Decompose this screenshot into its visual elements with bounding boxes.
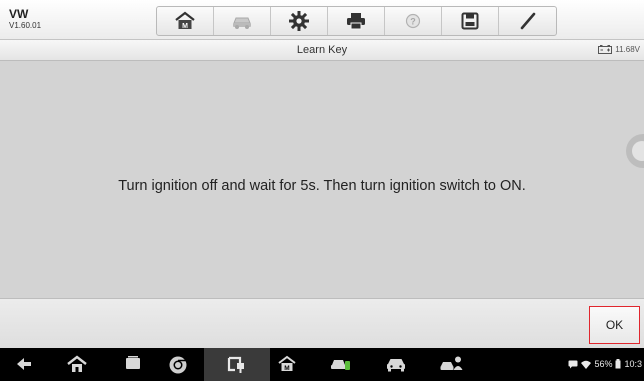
remote-expert-button[interactable] [440,355,464,373]
vehicle-info: VW V1.60.01 [9,8,41,30]
floating-assist-handle[interactable] [626,134,644,168]
home-button[interactable]: M [157,7,214,35]
printer-icon [347,13,365,30]
maxisys-home-button[interactable]: M [277,355,297,373]
car-service-button[interactable] [330,355,352,373]
car-service-icon [331,360,350,370]
battery-indicator: 11.68V [598,45,640,54]
vci-button[interactable] [204,348,270,381]
vehicle-swap-button[interactable] [214,7,271,35]
back-button[interactable] [14,355,34,373]
battery-percent: 56% [594,359,613,369]
maxisys-home-icon: M [278,355,296,372]
android-home-button[interactable] [66,355,88,373]
page-title: Learn Key [296,44,348,56]
annotate-button[interactable] [499,7,556,35]
battery-voltage: 11.68V [615,45,640,54]
ok-button[interactable]: OK [589,306,640,344]
back-icon [17,358,31,370]
toolbar-buttons: M ? [156,6,557,36]
android-nav-bar: M 56% 10:3 [0,348,644,381]
title-bar: Learn Key 11.68V [0,40,644,61]
vehicle-make: VW [9,7,29,21]
top-toolbar: VW V1.60.01 M ? [0,0,644,40]
svg-text:M: M [284,365,289,372]
chrome-button[interactable] [168,355,188,375]
software-version: V1.60.01 [9,21,42,30]
status-bar: 56% 10:3 [568,359,642,369]
home-icon [67,355,87,372]
message-area: Turn ignition off and wait for 5s. Then … [0,61,644,298]
recent-apps-button[interactable] [124,355,142,371]
gear-icon [289,11,309,31]
print-button[interactable] [328,7,385,35]
clock: 10:3 [624,359,642,369]
save-icon [461,12,479,30]
action-bar: OK [0,298,644,348]
help-icon: ? [405,13,421,29]
message-icon [568,360,578,368]
instruction-message: Turn ignition off and wait for 5s. Then … [118,178,526,194]
chrome-icon [169,356,187,374]
device-battery-icon [615,359,621,369]
svg-text:M: M [182,23,188,30]
settings-button[interactable] [271,7,328,35]
car-icon [387,359,405,372]
vci-icon [227,356,244,373]
save-button[interactable] [442,7,499,35]
svg-text:?: ? [410,17,416,27]
vehicle-swap-icon [233,17,251,29]
remote-expert-icon [440,356,463,370]
home-icon: M [175,11,195,30]
car-button[interactable] [385,355,407,373]
car-battery-icon [598,45,613,54]
wifi-icon [581,360,592,369]
recent-apps-icon [126,356,140,369]
help-button[interactable]: ? [385,7,442,35]
pen-icon [520,12,535,30]
